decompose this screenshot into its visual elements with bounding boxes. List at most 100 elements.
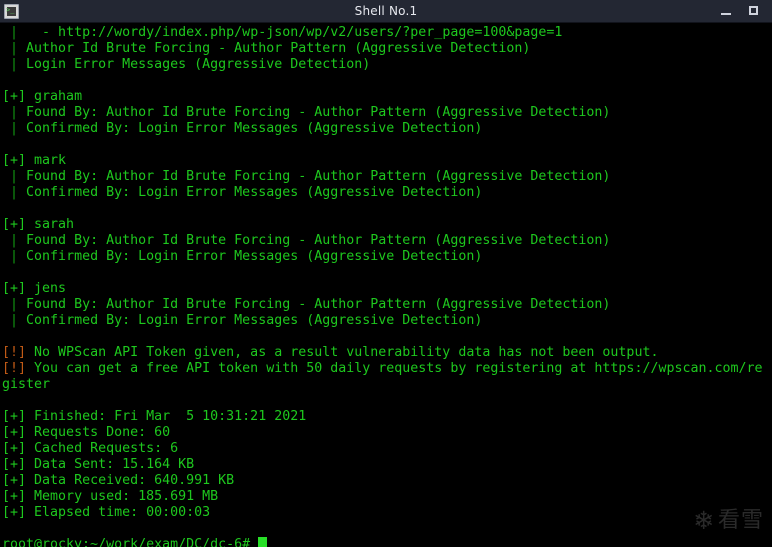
terminal-line: | Confirmed By: Login Error Messages (Ag… <box>2 249 772 265</box>
status-warn-badge: [!] <box>2 345 27 360</box>
terminal-line: | Found By: Author Id Brute Forcing - Au… <box>2 233 772 249</box>
terminal-line: [+] mark <box>2 153 772 169</box>
status-plus-badge: [+] <box>2 217 27 232</box>
minimize-button[interactable] <box>720 5 732 17</box>
line-text: Elapsed time: 00:00:03 <box>26 505 211 520</box>
terminal-line: [+] Elapsed time: 00:00:03 <box>2 505 772 521</box>
status-plus-badge: [+] <box>2 89 27 104</box>
terminal-line: [+] Cached Requests: 6 <box>2 441 772 457</box>
line-text: Found By: Author Id Brute Forcing - Auth… <box>18 233 611 248</box>
line-text: Confirmed By: Login Error Messages (Aggr… <box>18 249 483 264</box>
line-text: Data Received: 640.991 KB <box>26 473 235 488</box>
terminal-line: [+] jens <box>2 281 772 297</box>
line-text: graham <box>26 89 83 104</box>
line-text: Requests Done: 60 <box>26 425 171 440</box>
terminal-line: gister <box>2 377 772 393</box>
window-controls <box>720 5 772 17</box>
prompt-text: root@rocky:~/work/exam/DC/dc-6# <box>2 537 251 547</box>
status-warn-badge: [!] <box>2 361 27 376</box>
maximize-button[interactable] <box>748 5 760 17</box>
window-titlebar[interactable]: Shell No.1 <box>0 0 772 23</box>
terminal-line: | Author Id Brute Forcing - Author Patte… <box>2 41 772 57</box>
tree-pipe-icon: | <box>10 249 19 264</box>
line-text: Confirmed By: Login Error Messages (Aggr… <box>18 185 483 200</box>
cursor-block <box>258 537 268 547</box>
line-text: gister <box>2 377 51 392</box>
tree-pipe-icon: | <box>10 169 19 184</box>
line-text: Confirmed By: Login Error Messages (Aggr… <box>18 121 483 136</box>
terminal-icon <box>4 3 19 19</box>
status-plus-badge: [+] <box>2 505 27 520</box>
terminal-line: [+] Data Sent: 15.164 KB <box>2 457 772 473</box>
window-title: Shell No.1 <box>354 4 418 18</box>
tree-pipe-icon: | <box>10 185 19 200</box>
terminal-line: [+] Finished: Fri Mar 5 10:31:21 2021 <box>2 409 772 425</box>
line-text: Login Error Messages (Aggressive Detecti… <box>18 57 371 72</box>
terminal-line: | Found By: Author Id Brute Forcing - Au… <box>2 297 772 313</box>
tree-pipe-icon: | <box>10 105 19 120</box>
terminal-lines: | - http://wordy/index.php/wp-json/wp/v2… <box>0 25 772 547</box>
terminal-line: | Found By: Author Id Brute Forcing - Au… <box>2 105 772 121</box>
line-text: Cached Requests: 6 <box>26 441 179 456</box>
terminal-line: [!] You can get a free API token with 50… <box>2 361 772 377</box>
terminal-line: [+] sarah <box>2 217 772 233</box>
status-plus-badge: [+] <box>2 489 27 504</box>
terminal-output-area[interactable]: | - http://wordy/index.php/wp-json/wp/v2… <box>0 23 772 547</box>
status-plus-badge: [+] <box>2 441 27 456</box>
terminal-line: [+] Memory used: 185.691 MB <box>2 489 772 505</box>
line-text: sarah <box>26 217 75 232</box>
shell-prompt-line[interactable]: root@rocky:~/work/exam/DC/dc-6# <box>2 537 772 547</box>
terminal-line: | Confirmed By: Login Error Messages (Ag… <box>2 313 772 329</box>
terminal-line: | Confirmed By: Login Error Messages (Ag… <box>2 121 772 137</box>
line-text: Author Id Brute Forcing - Author Pattern… <box>18 41 531 56</box>
line-text: Data Sent: 15.164 KB <box>26 457 195 472</box>
terminal-line: | Login Error Messages (Aggressive Detec… <box>2 57 772 73</box>
terminal-line: | Found By: Author Id Brute Forcing - Au… <box>2 169 772 185</box>
terminal-line: | - http://wordy/index.php/wp-json/wp/v2… <box>2 25 772 41</box>
line-text: mark <box>26 153 67 168</box>
line-text: Found By: Author Id Brute Forcing - Auth… <box>18 297 611 312</box>
line-text: - http://wordy/index.php/wp-json/wp/v2/u… <box>18 25 563 40</box>
tree-pipe-icon: | <box>10 121 19 136</box>
terminal-line: | Confirmed By: Login Error Messages (Ag… <box>2 185 772 201</box>
status-plus-badge: [+] <box>2 473 27 488</box>
line-text: Memory used: 185.691 MB <box>26 489 219 504</box>
status-plus-badge: [+] <box>2 281 27 296</box>
terminal-window: Shell No.1 | - http://wordy/index.php/wp… <box>0 0 772 547</box>
tree-pipe-icon: | <box>10 41 19 56</box>
line-text: Confirmed By: Login Error Messages (Aggr… <box>18 313 483 328</box>
tree-pipe-icon: | <box>10 25 19 40</box>
line-text: jens <box>26 281 67 296</box>
status-plus-badge: [+] <box>2 457 27 472</box>
tree-pipe-icon: | <box>10 233 19 248</box>
terminal-line: [!] No WPScan API Token given, as a resu… <box>2 345 772 361</box>
line-text: No WPScan API Token given, as a result v… <box>26 345 659 360</box>
line-text: You can get a free API token with 50 dai… <box>26 361 763 376</box>
terminal-line: [+] Requests Done: 60 <box>2 425 772 441</box>
terminal-line: [+] graham <box>2 89 772 105</box>
tree-pipe-icon: | <box>10 57 19 72</box>
status-plus-badge: [+] <box>2 425 27 440</box>
line-text: Finished: Fri Mar 5 10:31:21 2021 <box>26 409 307 424</box>
tree-pipe-icon: | <box>10 297 19 312</box>
status-plus-badge: [+] <box>2 153 27 168</box>
status-plus-badge: [+] <box>2 409 27 424</box>
tree-pipe-icon: | <box>10 313 19 328</box>
